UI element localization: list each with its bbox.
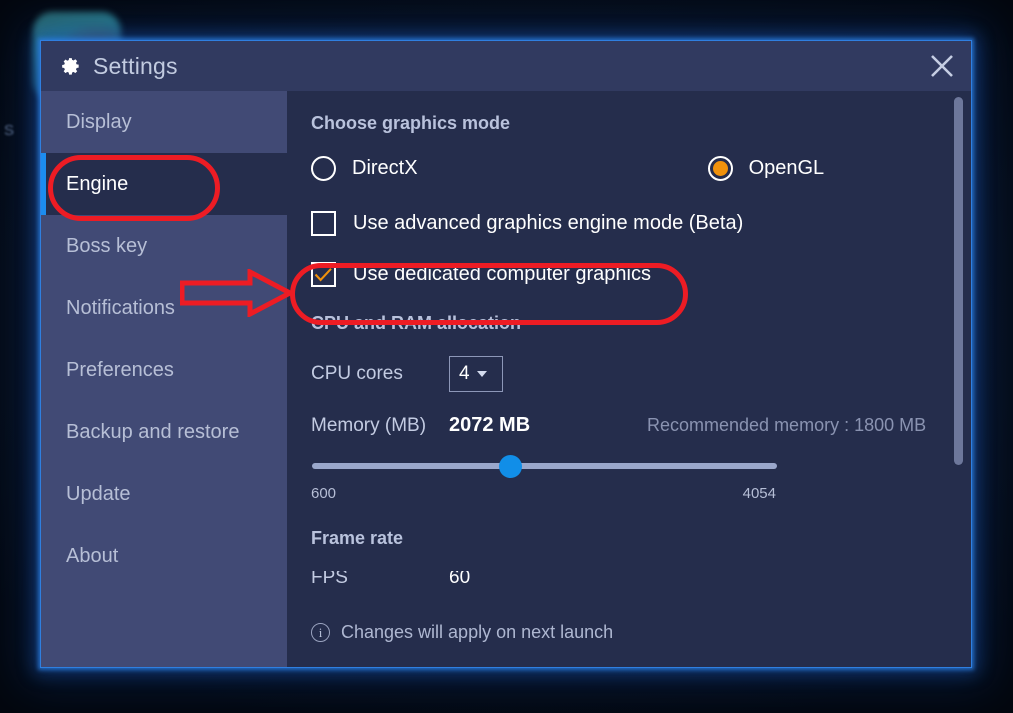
- sidebar-item-label: Update: [66, 482, 131, 505]
- fps-label: FPS: [311, 571, 348, 585]
- sidebar-item-display[interactable]: Display: [41, 91, 287, 153]
- gear-icon: [61, 56, 81, 76]
- footer-note-text: Changes will apply on next launch: [341, 621, 614, 642]
- memory-slider-track[interactable]: [312, 463, 777, 469]
- window-body: Display Engine Boss key Notifications Pr…: [41, 91, 971, 667]
- checkbox-use-dedicated-computer-graphics[interactable]: Use dedicated computer graphics: [311, 262, 651, 287]
- sidebar-item-backup-and-restore[interactable]: Backup and restore: [41, 401, 287, 463]
- sidebar-item-about[interactable]: About: [41, 525, 287, 587]
- memory-slider-ticks: 600 4054: [311, 485, 776, 502]
- radio-checked-icon: [707, 156, 733, 181]
- info-icon: i: [311, 622, 330, 642]
- sidebar-item-engine[interactable]: Engine: [41, 153, 287, 215]
- chevron-down-icon: [476, 371, 487, 377]
- footer-note: i Changes will apply on next launch: [287, 597, 971, 667]
- graphics-mode-heading: Choose graphics mode: [311, 113, 511, 133]
- cpu-cores-dropdown[interactable]: 4: [449, 356, 503, 392]
- checkbox-checked-icon: [311, 262, 336, 287]
- sidebar-item-notifications[interactable]: Notifications: [41, 277, 287, 339]
- settings-sidebar: Display Engine Boss key Notifications Pr…: [41, 91, 287, 667]
- memory-label: Memory (MB): [311, 415, 427, 436]
- graphics-mode-radio-group: DirectX OpenGL: [311, 156, 971, 181]
- checkbox-unchecked-icon: [311, 211, 336, 236]
- content-scrollbar-thumb[interactable]: [954, 97, 963, 465]
- frame-rate-heading: Frame rate: [311, 528, 404, 548]
- engine-settings-scroll-area: Choose graphics mode DirectX OpenGL Use …: [287, 91, 971, 597]
- sidebar-item-update[interactable]: Update: [41, 463, 287, 525]
- memory-slider-thumb[interactable]: [499, 455, 523, 478]
- checkbox-advanced-graphics-engine-mode[interactable]: Use advanced graphics engine mode (Beta): [311, 211, 743, 236]
- close-button[interactable]: [913, 41, 971, 91]
- cpu-cores-value: 4: [459, 363, 470, 384]
- sidebar-item-label: Preferences: [66, 358, 174, 381]
- sidebar-item-label: About: [66, 544, 119, 567]
- sidebar-item-preferences[interactable]: Preferences: [41, 339, 287, 401]
- settings-content-pane: Choose graphics mode DirectX OpenGL Use …: [287, 91, 971, 667]
- close-icon: [931, 55, 953, 77]
- memory-slider-max-label: 4054: [742, 485, 776, 502]
- sidebar-item-label: Display: [66, 110, 132, 133]
- cpu-cores-row: CPU cores 4: [311, 356, 971, 392]
- memory-recommended-text: Recommended memory : 1800 MB: [647, 415, 927, 435]
- sidebar-item-label: Boss key: [66, 234, 148, 257]
- memory-slider[interactable]: [312, 449, 777, 483]
- radio-opengl-label: OpenGL: [748, 157, 825, 179]
- sidebar-item-boss-key[interactable]: Boss key: [41, 215, 287, 277]
- radio-opengl[interactable]: OpenGL: [707, 156, 825, 181]
- fps-value: 60: [449, 571, 471, 585]
- checkbox-advanced-label: Use advanced graphics engine mode (Beta): [353, 212, 744, 234]
- fps-row: FPS 60: [311, 571, 971, 585]
- checkbox-dedicated-label: Use dedicated computer graphics: [353, 263, 651, 285]
- sidebar-item-label: Backup and restore: [66, 420, 240, 443]
- memory-value: 2072 MB: [449, 414, 531, 436]
- radio-directx[interactable]: DirectX: [311, 156, 418, 181]
- memory-slider-min-label: 600: [311, 485, 337, 502]
- cpu-cores-label: CPU cores: [311, 363, 403, 384]
- radio-unchecked-icon: [311, 156, 336, 181]
- content-scrollbar[interactable]: [954, 97, 963, 617]
- sidebar-item-label: Engine: [66, 172, 129, 195]
- window-title: Settings: [93, 52, 178, 79]
- sidebar-item-label: Notifications: [66, 296, 175, 319]
- radio-directx-label: DirectX: [352, 157, 418, 179]
- cpu-ram-allocation-heading: CPU and RAM allocation: [311, 313, 522, 333]
- background-faint-label: S: [4, 122, 15, 139]
- memory-row: Memory (MB) 2072 MB Recommended memory :…: [311, 414, 971, 437]
- window-titlebar: Settings: [41, 41, 971, 91]
- settings-window: Settings Display Engine Boss key Notific…: [40, 40, 972, 668]
